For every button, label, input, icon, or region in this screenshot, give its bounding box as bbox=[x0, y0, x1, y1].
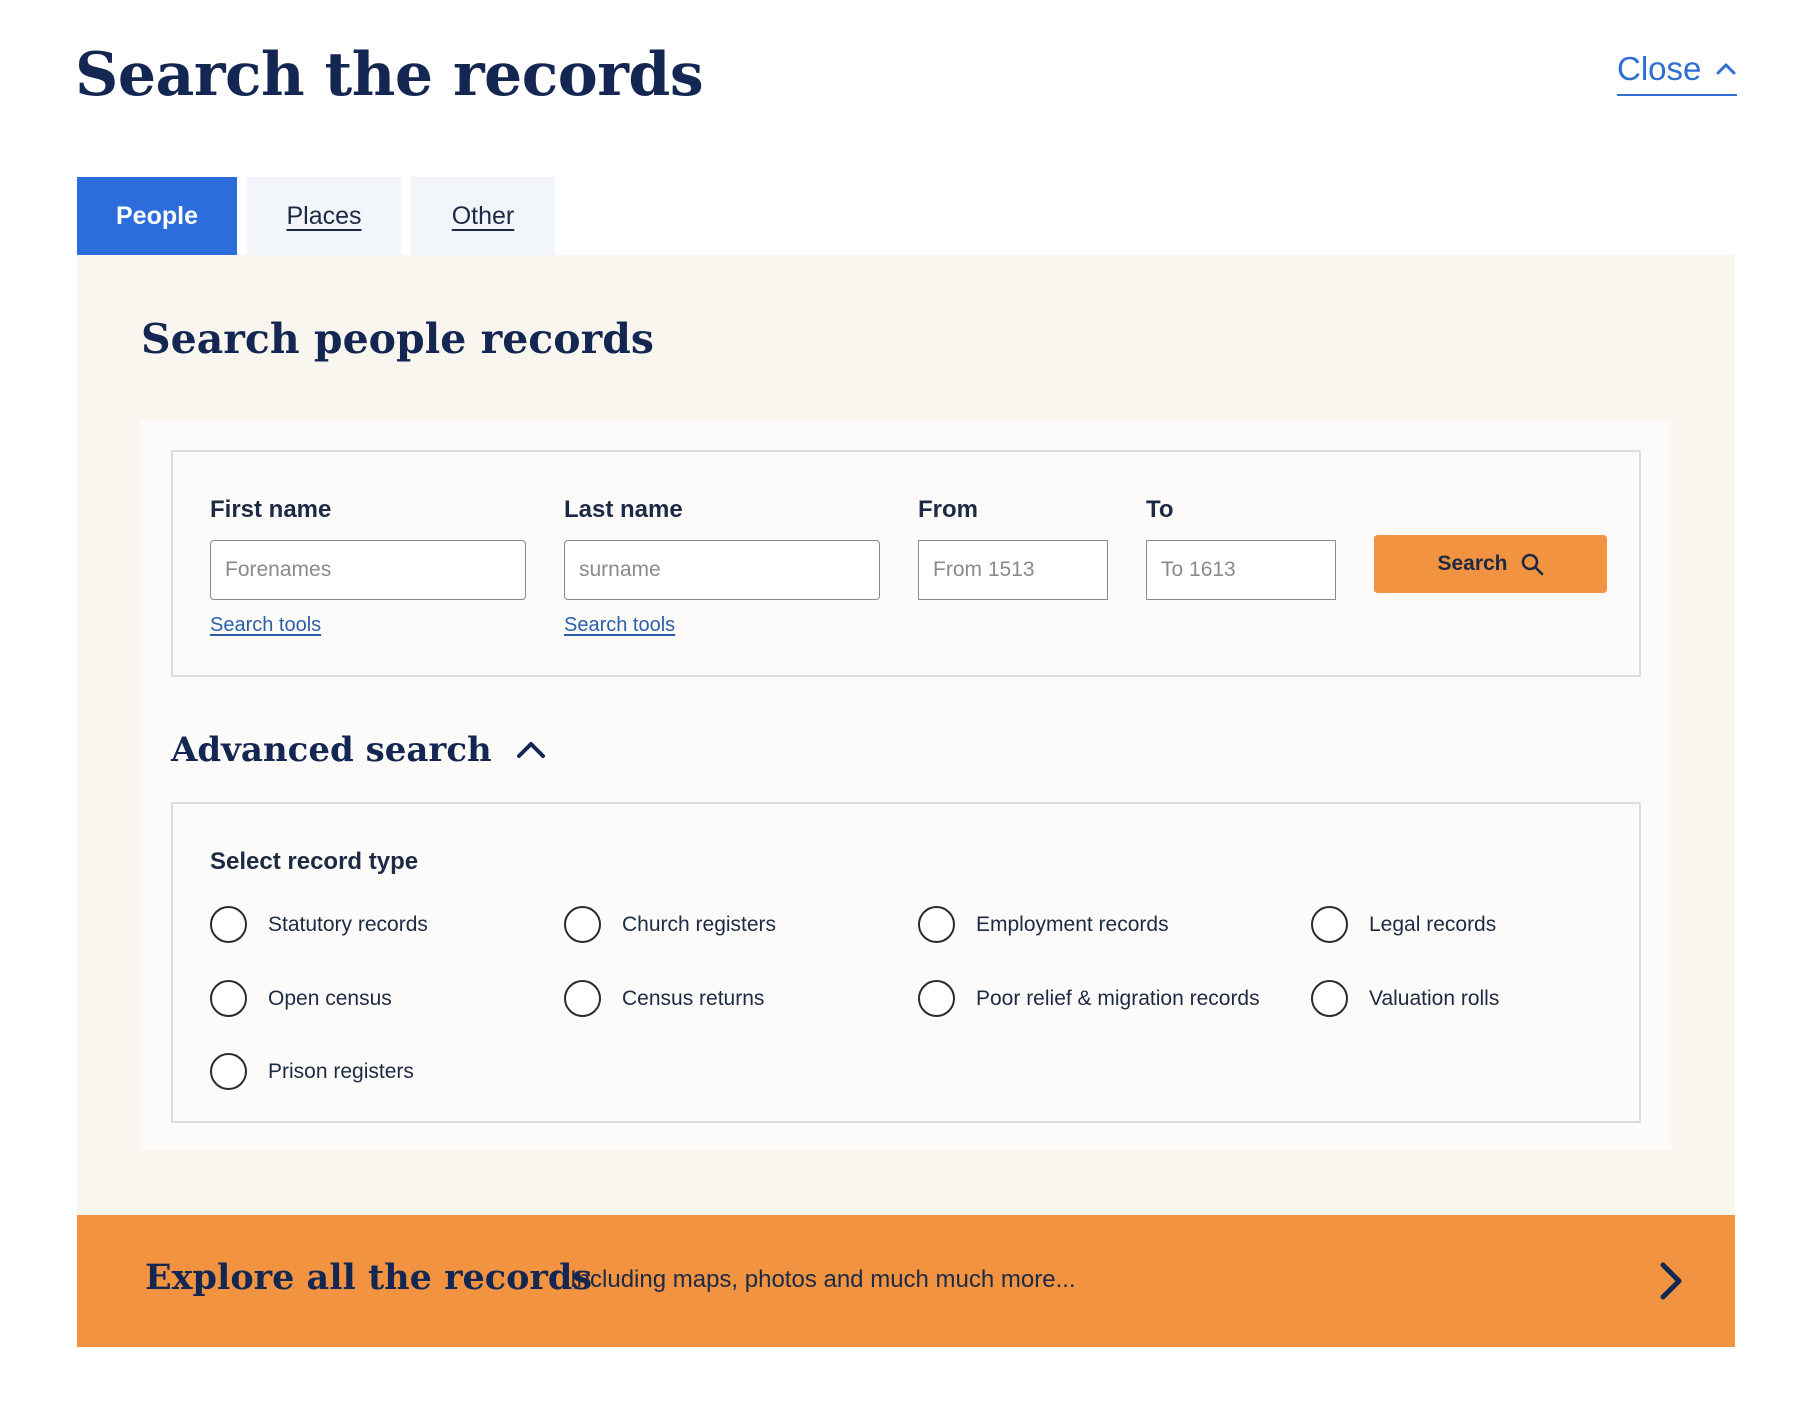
search-icon bbox=[1521, 553, 1543, 576]
radio-label: Census returns bbox=[622, 986, 765, 1010]
radio-circle[interactable] bbox=[210, 980, 247, 1017]
to-year-input[interactable] bbox=[1146, 540, 1336, 600]
radio-census-returns[interactable]: Census returns bbox=[564, 980, 764, 1017]
chevron-right-icon bbox=[1660, 1262, 1682, 1300]
first-name-input[interactable] bbox=[210, 540, 526, 600]
radio-label: Open census bbox=[268, 986, 392, 1010]
record-tabs: People Places Other bbox=[77, 177, 555, 255]
first-name-search-tools-link[interactable]: Search tools bbox=[210, 614, 526, 637]
radio-prison-registers[interactable]: Prison registers bbox=[210, 1053, 414, 1090]
chevron-up-icon bbox=[516, 742, 545, 758]
close-label: Close bbox=[1617, 50, 1702, 87]
last-name-field: Last name Search tools bbox=[564, 496, 880, 637]
record-type-label: Select record type bbox=[210, 848, 419, 875]
radio-employment-records[interactable]: Employment records bbox=[918, 906, 1169, 943]
first-name-field: First name Search tools bbox=[210, 496, 526, 637]
to-year-field: To bbox=[1146, 496, 1336, 600]
tab-people[interactable]: People bbox=[77, 177, 237, 255]
search-button[interactable]: Search bbox=[1374, 535, 1607, 593]
explore-all-records-banner[interactable]: Explore all the records Including maps, … bbox=[77, 1215, 1735, 1347]
radio-circle[interactable] bbox=[1311, 906, 1348, 943]
from-year-label: From bbox=[918, 496, 978, 523]
explore-title: Explore all the records bbox=[145, 1257, 593, 1298]
tab-other[interactable]: Other bbox=[411, 177, 555, 255]
advanced-search-toggle[interactable]: Advanced search bbox=[171, 730, 546, 770]
close-link[interactable]: Close bbox=[1617, 50, 1738, 96]
people-search-panel: Search people records First name Search … bbox=[77, 255, 1735, 1215]
radio-circle[interactable] bbox=[1311, 980, 1348, 1017]
radio-label: Statutory records bbox=[268, 912, 428, 936]
radio-church-registers[interactable]: Church registers bbox=[564, 906, 776, 943]
search-button-label: Search bbox=[1437, 552, 1508, 575]
advanced-search-heading: Advanced search bbox=[171, 730, 492, 770]
radio-label: Employment records bbox=[976, 912, 1169, 936]
last-name-input[interactable] bbox=[564, 540, 880, 600]
radio-circle[interactable] bbox=[210, 1053, 247, 1090]
radio-label: Church registers bbox=[622, 912, 777, 936]
first-name-label: First name bbox=[210, 496, 332, 523]
chevron-up-icon bbox=[1716, 63, 1736, 75]
radio-valuation-rolls[interactable]: Valuation rolls bbox=[1311, 980, 1499, 1017]
radio-label: Legal records bbox=[1369, 912, 1497, 936]
radio-poor-relief-migration-records[interactable]: Poor relief & migration records bbox=[918, 980, 1260, 1017]
radio-circle[interactable] bbox=[210, 906, 247, 943]
radio-circle[interactable] bbox=[918, 906, 955, 943]
radio-circle[interactable] bbox=[918, 980, 955, 1017]
radio-statutory-records[interactable]: Statutory records bbox=[210, 906, 428, 943]
last-name-search-tools-link[interactable]: Search tools bbox=[564, 614, 880, 637]
radio-circle[interactable] bbox=[564, 906, 601, 943]
from-year-input[interactable] bbox=[918, 540, 1108, 600]
tab-places[interactable]: Places bbox=[247, 177, 401, 255]
radio-legal-records[interactable]: Legal records bbox=[1311, 906, 1496, 943]
search-form: First name Search tools Last name Search… bbox=[141, 420, 1671, 1150]
panel-heading: Search people records bbox=[141, 315, 654, 363]
record-type-options: Select record type Statutory records Chu… bbox=[171, 802, 1641, 1123]
last-name-label: Last name bbox=[564, 496, 683, 523]
from-year-field: From bbox=[918, 496, 1108, 600]
basic-search-fields: First name Search tools Last name Search… bbox=[171, 450, 1641, 677]
radio-label: Poor relief & migration records bbox=[976, 986, 1260, 1010]
radio-circle[interactable] bbox=[564, 980, 601, 1017]
radio-label: Prison registers bbox=[268, 1059, 414, 1083]
explore-subtitle: Including maps, photos and much much mor… bbox=[570, 1266, 1076, 1293]
radio-label: Valuation rolls bbox=[1369, 986, 1500, 1010]
radio-open-census[interactable]: Open census bbox=[210, 980, 392, 1017]
to-year-label: To bbox=[1146, 496, 1174, 523]
page-title: Search the records bbox=[75, 40, 704, 110]
